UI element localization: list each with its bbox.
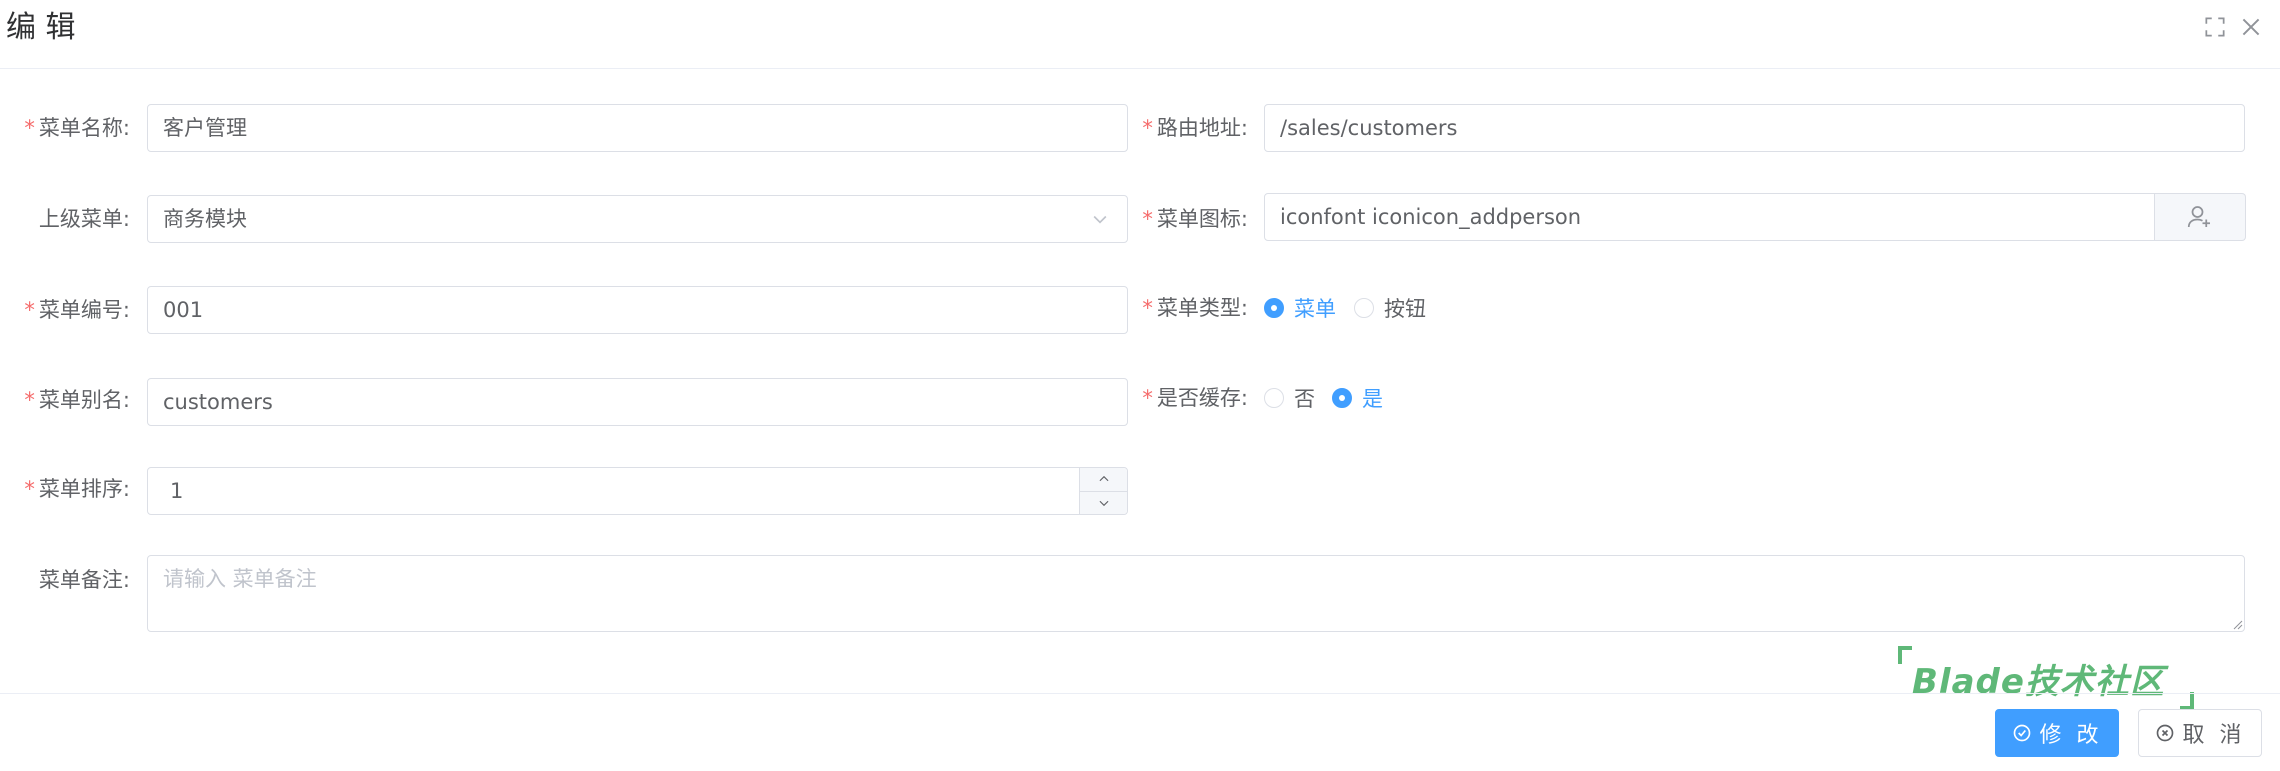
add-person-icon [2187, 206, 2210, 228]
chevron-down-icon[interactable] [1090, 209, 1110, 229]
cancel-button[interactable]: 取 消 [2138, 709, 2262, 757]
sort-stepper [1079, 468, 1127, 514]
menu-code-label: * 菜单编号: [24, 298, 130, 322]
parent-menu-value: 商务模块 [163, 207, 247, 231]
watermark-text: Blade技术社区 [1912, 662, 2165, 702]
cache-radio-no[interactable]: 否 [1264, 374, 1315, 422]
circle-close-icon [2156, 724, 2173, 742]
menu-icon-label: * 菜单图标: [1142, 207, 1248, 231]
stepper-increase-button[interactable] [1080, 468, 1127, 491]
submit-button[interactable]: 修 改 [1995, 709, 2119, 757]
menu-alias-label: * 菜单别名: [24, 388, 130, 412]
circle-check-icon [2013, 724, 2030, 742]
menu-name-label: * 菜单名称: [24, 116, 130, 140]
chevron-down-icon [1099, 500, 1108, 506]
parent-menu-label: 上级菜单: [38, 207, 130, 231]
parent-menu-select[interactable]: 商务模块 [147, 195, 1128, 243]
radio-dot [1354, 298, 1374, 318]
radio-dot [1264, 298, 1284, 318]
icon-picker-button[interactable] [2155, 193, 2246, 241]
radio-dot [1332, 388, 1352, 408]
dialog-title: 编 辑 [6, 10, 76, 45]
menu-remark-label: 菜单备注: [38, 568, 130, 592]
route-label: * 路由地址: [1142, 116, 1248, 140]
menu-type-label: * 菜单类型: [1142, 296, 1248, 320]
menu-name-input[interactable]: 客户管理 [147, 104, 1128, 152]
menu-type-radio-button[interactable]: 按钮 [1354, 284, 1426, 332]
cache-radio-yes[interactable]: 是 [1332, 374, 1383, 422]
menu-code-input[interactable]: 001 [147, 286, 1128, 334]
menu-icon-input[interactable]: iconfont iconicon_addperson [1264, 193, 2155, 241]
menu-remark-textarea[interactable]: 请输入 菜单备注 [147, 555, 2245, 632]
menu-alias-input[interactable]: customers [147, 378, 1128, 426]
route-input[interactable]: /sales/customers [1264, 104, 2245, 152]
header-divider [0, 68, 2280, 69]
close-icon[interactable] [2238, 14, 2264, 40]
menu-sort-value: 1 [170, 479, 184, 503]
radio-dot [1264, 388, 1284, 408]
menu-sort-input[interactable]: 1 [147, 467, 1128, 515]
menu-sort-label: * 菜单排序: [24, 477, 130, 501]
menu-type-radio-menu[interactable]: 菜单 [1264, 284, 1336, 332]
resize-handle-icon[interactable] [2233, 620, 2243, 630]
cache-label: * 是否缓存: [1142, 386, 1248, 410]
chevron-up-icon [1099, 476, 1108, 482]
footer-divider [0, 693, 2280, 694]
fullscreen-icon[interactable] [2202, 14, 2228, 40]
stepper-decrease-button[interactable] [1080, 490, 1127, 515]
